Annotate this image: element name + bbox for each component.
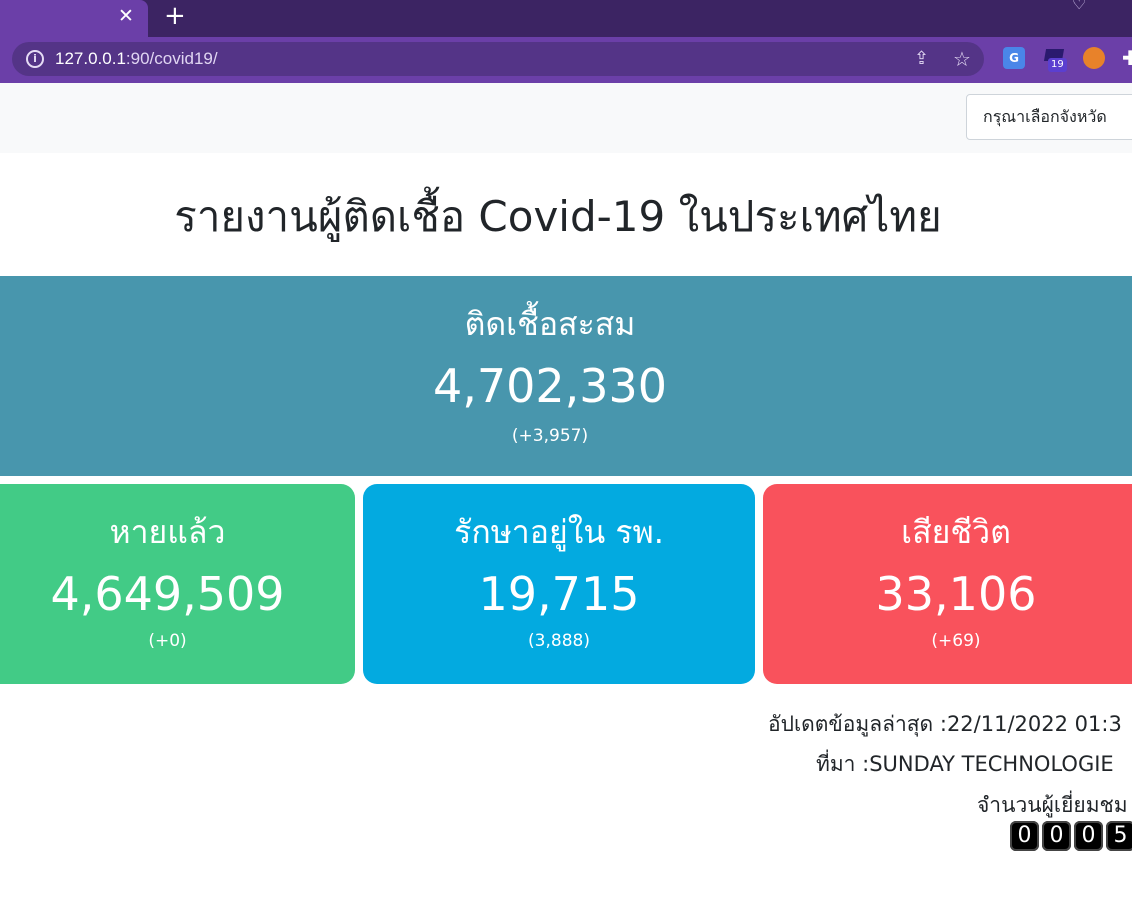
recovered-delta: (+0) [148,631,187,651]
counter-digit: 5 [1106,821,1132,851]
recovered-value: 4,649,509 [50,567,285,621]
hospitalized-label: รักษาอยู่ใน รพ. [454,513,664,551]
deaths-value: 33,106 [875,567,1037,621]
tab-search-icon[interactable]: ♡ [1072,0,1086,13]
counter-digit: 0 [1074,821,1103,851]
info-icon[interactable]: i [26,50,44,68]
url-text[interactable]: 127.0.0.1:90/covid19/ [55,48,218,70]
visitor-counter: 0 0 0 5 [1010,821,1132,851]
address-bar[interactable]: i 127.0.0.1:90/covid19/ ⇪ ☆ [12,42,984,76]
google-translate-icon[interactable]: G [1003,47,1025,69]
province-select[interactable]: กรุณาเลือกจังหวัด [966,94,1132,140]
share-icon[interactable]: ⇪ [914,48,929,69]
hospitalized-card: รักษาอยู่ใน รพ. 19,715 (3,888) [363,484,755,684]
total-cases-delta: (+3,957) [511,426,589,446]
recovered-label: หายแล้ว [109,513,226,551]
recovered-card: หายแล้ว 4,649,509 (+0) [0,484,355,684]
url-host: 127.0.0.1 [55,49,126,68]
deaths-delta: (+69) [931,631,981,651]
hospitalized-delta: (3,888) [528,631,590,651]
page-title: รายงานผู้ติดเชื้อ Covid-19 ในประเทศไทย [174,192,942,241]
active-tab[interactable]: ✕ [0,0,148,37]
hospitalized-value: 19,715 [478,567,640,621]
deaths-card: เสียชีวิต 33,106 (+69) [763,484,1132,684]
deaths-label: เสียชีวิต [901,513,1011,551]
page-navbar: กรุณาเลือกจังหวัด [0,83,1132,153]
new-tab-button[interactable]: + [164,2,186,30]
browser-toolbar: i 127.0.0.1:90/covid19/ ⇪ ☆ G 19 ✚ [0,37,1132,83]
visitor-count-label: จำนวนผู้เยี่ยมชม [977,793,1128,817]
total-cases-label: ติดเชื้อสะสม [464,305,636,343]
source-text: ที่มา :SUNDAY TECHNOLOGIE [816,752,1114,776]
close-tab-icon[interactable]: ✕ [118,5,134,27]
extension-badge: 19 [1048,58,1067,72]
metamask-fox-icon[interactable] [1083,47,1105,69]
bookmark-star-icon[interactable]: ☆ [953,47,971,71]
browser-tab-strip: ✕ + ♡ [0,0,1132,37]
extensions-puzzle-icon[interactable]: ✚ [1122,46,1132,70]
counter-digit: 0 [1010,821,1039,851]
last-updated-text: อัปเดตข้อมูลล่าสุด :22/11/2022 01:3 [768,712,1122,736]
url-path: :90/covid19/ [125,49,218,68]
total-cases-value: 4,702,330 [432,359,668,413]
total-cases-card: ติดเชื้อสะสม 4,702,330 (+3,957) [0,276,1132,476]
counter-digit: 0 [1042,821,1071,851]
